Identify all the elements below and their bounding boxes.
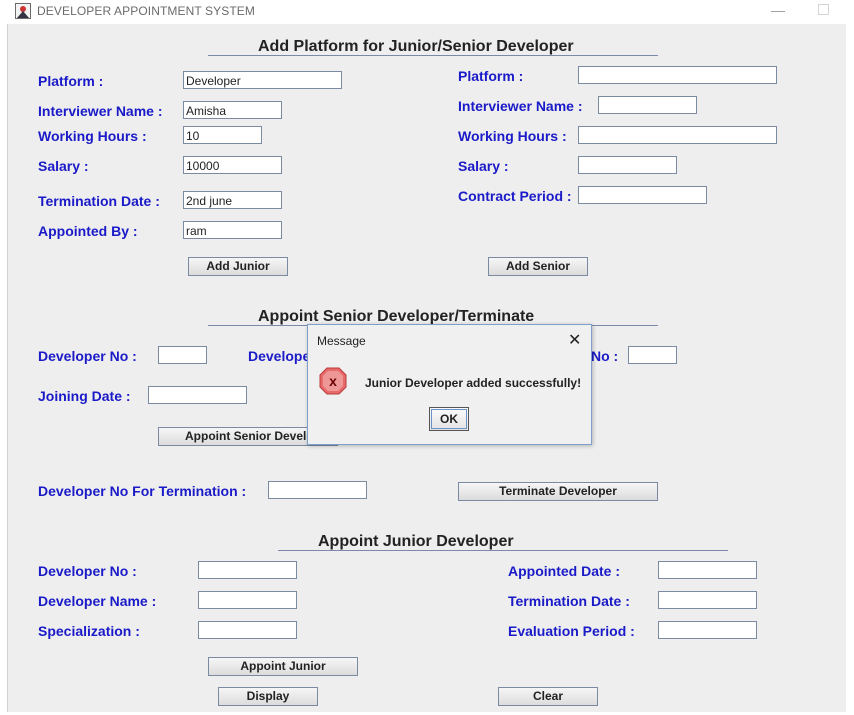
maximize-icon[interactable] xyxy=(818,4,829,15)
junior-section-heading: Appoint Junior Developer xyxy=(318,533,514,550)
senior-right-no-input[interactable] xyxy=(628,346,677,364)
junior-platform-label: Platform : xyxy=(38,73,104,89)
dialog-title: Message xyxy=(317,334,366,348)
message-dialog: Message ✕ x Junior Developer added succe… xyxy=(307,324,592,445)
junior-termination-input[interactable]: 2nd june xyxy=(183,191,282,209)
evaluation-period-label: Evaluation Period : xyxy=(508,623,635,639)
termination-no-input[interactable] xyxy=(268,481,367,499)
senior-right-no-label: No : xyxy=(591,348,619,364)
platform-section-underline xyxy=(208,55,658,56)
junior-appointed-by-label: Appointed By : xyxy=(38,223,138,239)
senior-platform-input[interactable] xyxy=(578,66,777,84)
display-button[interactable]: Display xyxy=(218,687,318,706)
junior-hours-input[interactable]: 10 xyxy=(183,126,262,144)
appointed-date-label: Appointed Date : xyxy=(508,563,620,579)
senior-platform-label: Platform : xyxy=(458,68,524,84)
junior-dev-no-label: Developer No : xyxy=(38,563,137,579)
senior-hours-input[interactable] xyxy=(578,126,777,144)
senior-salary-label: Salary : xyxy=(458,158,509,174)
senior-dev-name-label: Develope xyxy=(248,348,311,364)
close-icon[interactable]: ✕ xyxy=(568,330,581,350)
termination-no-label: Developer No For Termination : xyxy=(38,483,247,499)
window-edge xyxy=(846,24,854,715)
senior-joining-label: Joining Date : xyxy=(38,388,131,404)
window-title: DEVELOPER APPOINTMENT SYSTEM xyxy=(37,4,255,18)
error-icon: x xyxy=(319,367,347,395)
junior-salary-label: Salary : xyxy=(38,158,89,174)
junior-hours-label: Working Hours : xyxy=(38,128,147,144)
junior-section-underline xyxy=(278,550,728,551)
senior-dev-no-label: Developer No : xyxy=(38,348,137,364)
junior-termination-label: Termination Date : xyxy=(38,193,160,209)
minimize-icon[interactable]: — xyxy=(771,2,785,18)
dialog-body: x Junior Developer added successfully! O… xyxy=(308,355,591,444)
evaluation-period-input[interactable] xyxy=(658,621,757,639)
junior-termination-date-input[interactable] xyxy=(658,591,757,609)
specialization-label: Specialization : xyxy=(38,623,140,639)
app-icon xyxy=(15,3,31,19)
window-border xyxy=(7,24,8,715)
junior-dev-name-label: Developer Name : xyxy=(38,593,157,609)
senior-contract-input[interactable] xyxy=(578,186,707,204)
junior-dev-no-input[interactable] xyxy=(198,561,297,579)
dialog-message: Junior Developer added successfully! xyxy=(365,376,582,390)
junior-dev-name-input[interactable] xyxy=(198,591,297,609)
junior-interviewer-input[interactable]: Amisha xyxy=(183,101,282,119)
junior-platform-input[interactable]: Developer xyxy=(183,71,342,89)
error-icon-glyph: x xyxy=(329,373,337,389)
junior-termination-date-label: Termination Date : xyxy=(508,593,630,609)
specialization-input[interactable] xyxy=(198,621,297,639)
junior-salary-input[interactable]: 10000 xyxy=(183,156,282,174)
clear-button[interactable]: Clear xyxy=(498,687,598,706)
senior-salary-input[interactable] xyxy=(578,156,677,174)
senior-joining-input[interactable] xyxy=(148,386,247,404)
add-senior-button[interactable]: Add Senior xyxy=(488,257,588,276)
senior-interviewer-input[interactable] xyxy=(598,96,697,114)
title-bar: DEVELOPER APPOINTMENT SYSTEM — xyxy=(0,0,854,24)
add-junior-button[interactable]: Add Junior xyxy=(188,257,288,276)
platform-section-heading: Add Platform for Junior/Senior Developer xyxy=(258,38,574,55)
terminate-developer-button[interactable]: Terminate Developer xyxy=(458,482,658,501)
senior-hours-label: Working Hours : xyxy=(458,128,567,144)
appointed-date-input[interactable] xyxy=(658,561,757,579)
junior-interviewer-label: Interviewer Name : xyxy=(38,103,163,119)
appoint-junior-button[interactable]: Appoint Junior xyxy=(208,657,358,676)
ok-button[interactable]: OK xyxy=(429,407,469,431)
senior-interviewer-label: Interviewer Name : xyxy=(458,98,583,114)
senior-contract-label: Contract Period : xyxy=(458,188,572,204)
senior-dev-no-input[interactable] xyxy=(158,346,207,364)
junior-appointed-by-input[interactable]: ram xyxy=(183,221,282,239)
